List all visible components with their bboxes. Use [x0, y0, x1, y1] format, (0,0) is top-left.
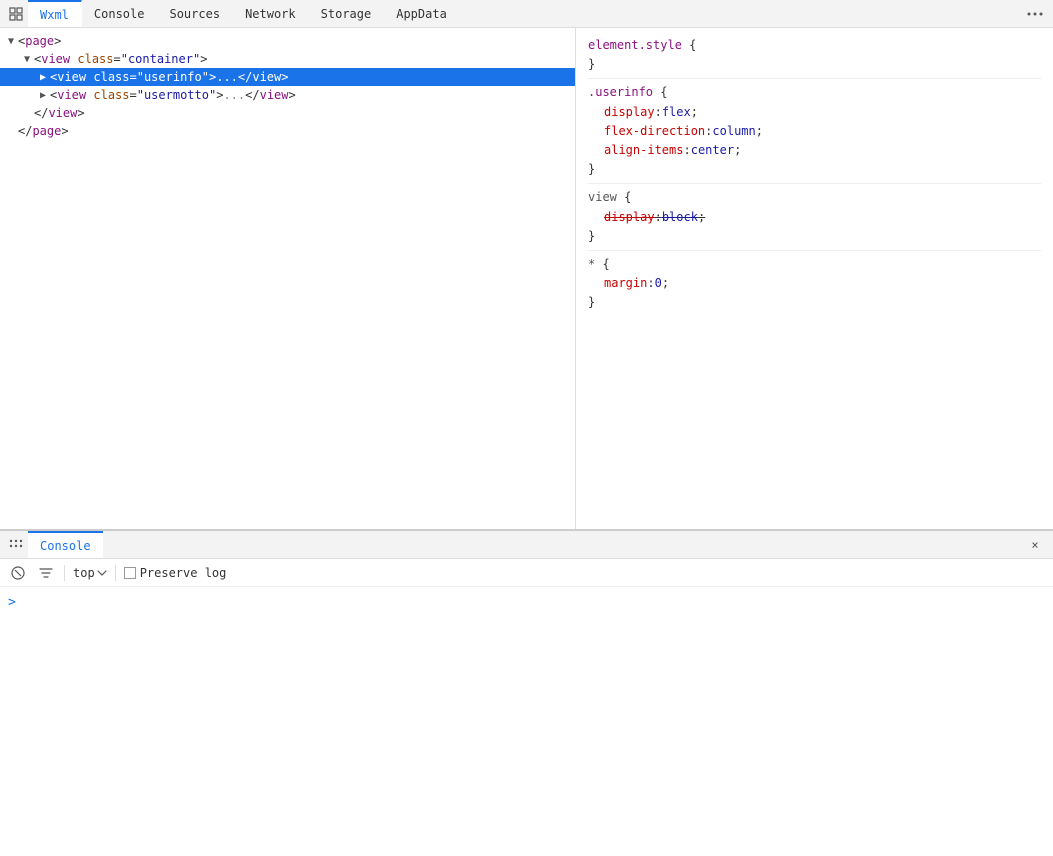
preserve-log-checkbox-container[interactable]: Preserve log [124, 566, 227, 580]
css-decl-display-block: display:block; [588, 208, 1041, 227]
tab-storage[interactable]: Storage [309, 0, 385, 27]
css-selector-universal: * [588, 257, 595, 271]
css-rule-userinfo: .userinfo { display:flex; flex-direction… [588, 83, 1041, 179]
tree-row-usermotto[interactable]: ▶ <view class="usermotto">...</view> [0, 86, 575, 104]
clear-console-button[interactable] [8, 563, 28, 583]
filter-top-label: top [73, 566, 95, 580]
css-rule-element-style: element.style { } [588, 36, 1041, 74]
css-styles-panel: element.style { } .userinfo { display:fl… [576, 28, 1053, 529]
toggle-page[interactable]: ▼ [4, 36, 18, 47]
console-menu-icon[interactable] [4, 531, 28, 559]
css-decl-display: display:flex; [588, 103, 1041, 122]
tab-list: Wxml Console Sources Network Storage App… [28, 0, 1021, 27]
css-rule-view: view { display:block; } [588, 188, 1041, 246]
css-selector-element-style: element.style [588, 38, 682, 52]
css-decl-margin: margin:0; [588, 274, 1041, 293]
tab-console[interactable]: Console [82, 0, 158, 27]
tab-network[interactable]: Network [233, 0, 309, 27]
console-tabbar: Console × [0, 531, 1053, 559]
toggle-userinfo[interactable]: ▶ [36, 72, 50, 83]
console-content: > [0, 587, 1053, 617]
main-toolbar: Wxml Console Sources Network Storage App… [0, 0, 1053, 28]
css-separator-3 [588, 250, 1041, 251]
console-prompt-line[interactable]: > [8, 591, 1045, 613]
tree-row-container-open[interactable]: ▼ <view class="container"> [0, 50, 575, 68]
filter-icon[interactable] [36, 563, 56, 583]
main-panels: ▼ <page> ▼ <view class="container"> ▶ <v… [0, 28, 1053, 531]
toggle-empty-1 [20, 108, 34, 119]
console-area: Console × top Preserve log [0, 531, 1053, 617]
console-close-button[interactable]: × [1021, 531, 1049, 559]
more-options-icon[interactable] [1021, 0, 1049, 28]
tree-row-userinfo[interactable]: ▶ <view class="userinfo">...</view> [0, 68, 575, 86]
tree-row-page-open[interactable]: ▼ <page> [0, 32, 575, 50]
css-rule-universal: * { margin:0; } [588, 255, 1041, 313]
console-tab-console[interactable]: Console [28, 531, 103, 558]
devtools-icon[interactable] [4, 0, 28, 28]
css-separator-1 [588, 78, 1041, 79]
css-selector-view: view [588, 190, 617, 204]
tree-row-page-close[interactable]: </page> [0, 122, 575, 140]
preserve-log-checkbox[interactable] [124, 567, 136, 579]
tree-row-view-close[interactable]: </view> [0, 104, 575, 122]
css-decl-align-items: align-items:center; [588, 141, 1041, 160]
toggle-usermotto[interactable]: ▶ [36, 90, 50, 101]
console-separator [64, 565, 65, 581]
console-toolbar: top Preserve log [0, 559, 1053, 587]
css-selector-userinfo: .userinfo [588, 85, 653, 99]
wxml-tree-panel: ▼ <page> ▼ <view class="container"> ▶ <v… [0, 28, 576, 529]
tab-appdata[interactable]: AppData [384, 0, 460, 27]
toggle-container[interactable]: ▼ [20, 54, 34, 65]
tab-wxml[interactable]: Wxml [28, 0, 82, 27]
toggle-empty-2 [4, 126, 18, 137]
console-separator-2 [115, 565, 116, 581]
console-level-filter[interactable]: top [73, 566, 107, 580]
css-decl-flex-direction: flex-direction:column; [588, 122, 1041, 141]
tab-sources[interactable]: Sources [157, 0, 233, 27]
css-separator-2 [588, 183, 1041, 184]
console-caret: > [8, 595, 16, 610]
preserve-log-label: Preserve log [140, 566, 227, 580]
